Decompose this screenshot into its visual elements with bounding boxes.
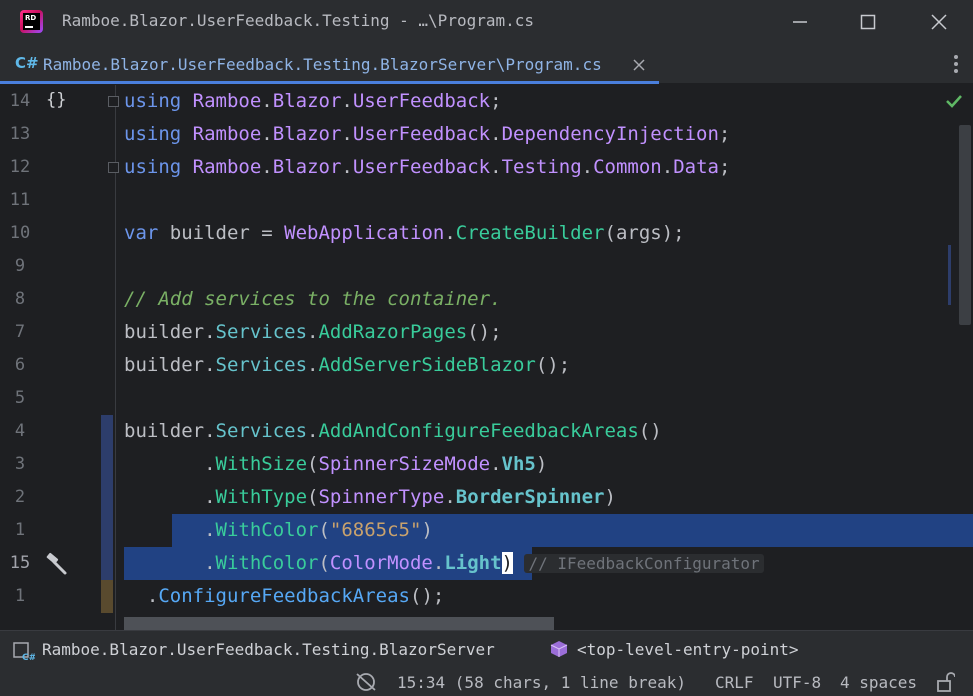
code-line-current[interactable]: 15 .WithColor(ColorMode.Light) // IFeedb… [0,547,973,580]
line-number: 1 [14,520,26,540]
vcs-change-marker[interactable] [101,514,113,547]
no-inspections-icon[interactable] [354,671,378,693]
code-editor[interactable]: 14 {} using Ramboe.Blazor.UserFeedback; … [0,85,973,630]
editor-tab-bar: C# Ramboe.Blazor.UserFeedback.Testing.Bl… [0,46,973,84]
status-bar: 15:34 (58 chars, 1 line break) CRLF UTF-… [0,667,973,696]
vcs-change-marker[interactable] [101,547,113,580]
line-number: 15 [9,553,31,573]
maximize-button[interactable] [853,8,883,36]
tab-program-cs[interactable]: C# Ramboe.Blazor.UserFeedback.Testing.Bl… [0,46,659,84]
code-text: using Ramboe.Blazor.UserFeedback.Depende… [124,123,731,145]
navigation-bar: C# Ramboe.Blazor.UserFeedback.Testing.Bl… [0,630,973,667]
code-line[interactable]: 9 [0,250,973,283]
code-text: var builder = WebApplication.CreateBuild… [124,222,685,244]
code-line[interactable]: 7 builder.Services.AddRazorPages(); [0,316,973,349]
close-icon [931,14,947,30]
line-number: 10 [9,223,31,243]
line-number: 14 [9,91,31,111]
vcs-change-marker[interactable] [101,415,113,448]
project-csharp-icon[interactable]: C# [13,641,35,661]
breadcrumb-project[interactable]: Ramboe.Blazor.UserFeedback.Testing.Blazo… [42,640,495,659]
check-icon[interactable] [946,94,962,108]
code-line[interactable]: 12 using Ramboe.Blazor.UserFeedback.Test… [0,151,973,184]
code-text: using Ramboe.Blazor.UserFeedback; [124,90,502,112]
code-line[interactable]: 13 using Ramboe.Blazor.UserFeedback.Depe… [0,118,973,151]
code-text: builder.Services.AddServerSideBlazor(); [124,354,571,376]
code-text: .WithType(SpinnerType.BorderSpinner) [124,486,616,508]
code-line[interactable]: 2 .WithType(SpinnerType.BorderSpinner) [0,481,973,514]
code-text: builder.Services.AddAndConfigureFeedback… [124,420,662,442]
minimize-icon [793,21,807,23]
code-text: .ConfigureFeedbackAreas(); [124,585,445,607]
scroll-marker [948,245,951,305]
line-ending[interactable]: CRLF [715,673,754,692]
active-tab-indicator [0,81,659,84]
line-number: 3 [14,454,26,474]
minimize-button[interactable] [785,8,815,36]
code-text: builder.Services.AddRazorPages(); [124,321,502,343]
line-number: 9 [14,256,26,276]
fold-toggle[interactable] [108,96,119,107]
line-number: 11 [9,190,31,210]
code-text: .WithSize(SpinnerSizeMode.Vh5) [124,453,548,475]
line-number: 2 [14,487,26,507]
code-line[interactable]: 6 builder.Services.AddServerSideBlazor()… [0,349,973,382]
code-line[interactable]: 11 [0,184,973,217]
code-line[interactable]: 14 {} using Ramboe.Blazor.UserFeedback; [0,85,973,118]
vcs-change-marker[interactable] [101,448,113,481]
fold-toggle[interactable] [108,162,119,173]
code-text: .WithColor(ColorMode.Light) // IFeedback… [124,552,764,574]
vcs-change-marker[interactable] [101,481,113,514]
tab-label: Ramboe.Blazor.UserFeedback.Testing.Blazo… [43,55,602,74]
line-number: 8 [14,289,26,309]
code-comment: // Add services to the container. [124,288,502,310]
code-line-selected[interactable]: 1 .WithColor("6865c5") [0,514,973,547]
file-encoding[interactable]: UTF-8 [773,673,821,692]
code-line[interactable]: 4 builder.Services.AddAndConfigureFeedba… [0,415,973,448]
code-text: using Ramboe.Blazor.UserFeedback.Testing… [124,156,731,178]
line-number: 6 [14,355,26,375]
indent-setting[interactable]: 4 spaces [840,673,917,692]
line-number: 12 [9,157,31,177]
line-number: 4 [14,421,26,441]
vcs-modified-marker[interactable] [101,580,113,613]
title-bar: RD Ramboe.Blazor.UserFeedback.Testing - … [0,0,973,46]
caret-position[interactable]: 15:34 (58 chars, 1 line break) [397,673,686,692]
line-number: 7 [14,322,26,342]
line-number: 1 [14,586,26,606]
braces-icon[interactable]: {} [46,90,66,110]
breadcrumb-entry-point[interactable]: <top-level-entry-point> [577,640,799,659]
rider-logo: RD [20,10,43,33]
code-line[interactable]: 10 var builder = WebApplication.CreateBu… [0,217,973,250]
line-number: 13 [9,124,31,144]
csharp-file-icon: C# [15,54,39,72]
code-line[interactable]: 3 .WithSize(SpinnerSizeMode.Vh5) [0,448,973,481]
horizontal-scrollbar[interactable] [124,617,554,630]
code-text: .WithColor("6865c5") [124,519,433,541]
svg-text:C#: C# [22,653,35,661]
window-title: Ramboe.Blazor.UserFeedback.Testing - …\P… [62,11,535,30]
code-line[interactable]: 1 .ConfigureFeedbackAreas(); [0,580,973,613]
cube-icon [550,641,568,657]
lock-icon[interactable] [935,671,955,693]
vertical-scrollbar[interactable] [959,125,971,325]
tab-close-icon[interactable] [631,57,647,73]
line-number: 5 [14,388,26,408]
more-vertical-icon[interactable] [946,52,966,78]
inlay-type-hint: // IFeedbackConfigurator [524,554,764,573]
hammer-icon[interactable] [44,552,68,576]
code-line[interactable]: 8 // Add services to the container. [0,283,973,316]
code-line[interactable]: 5 [0,382,973,415]
maximize-icon [860,14,876,30]
close-button[interactable] [924,8,954,36]
